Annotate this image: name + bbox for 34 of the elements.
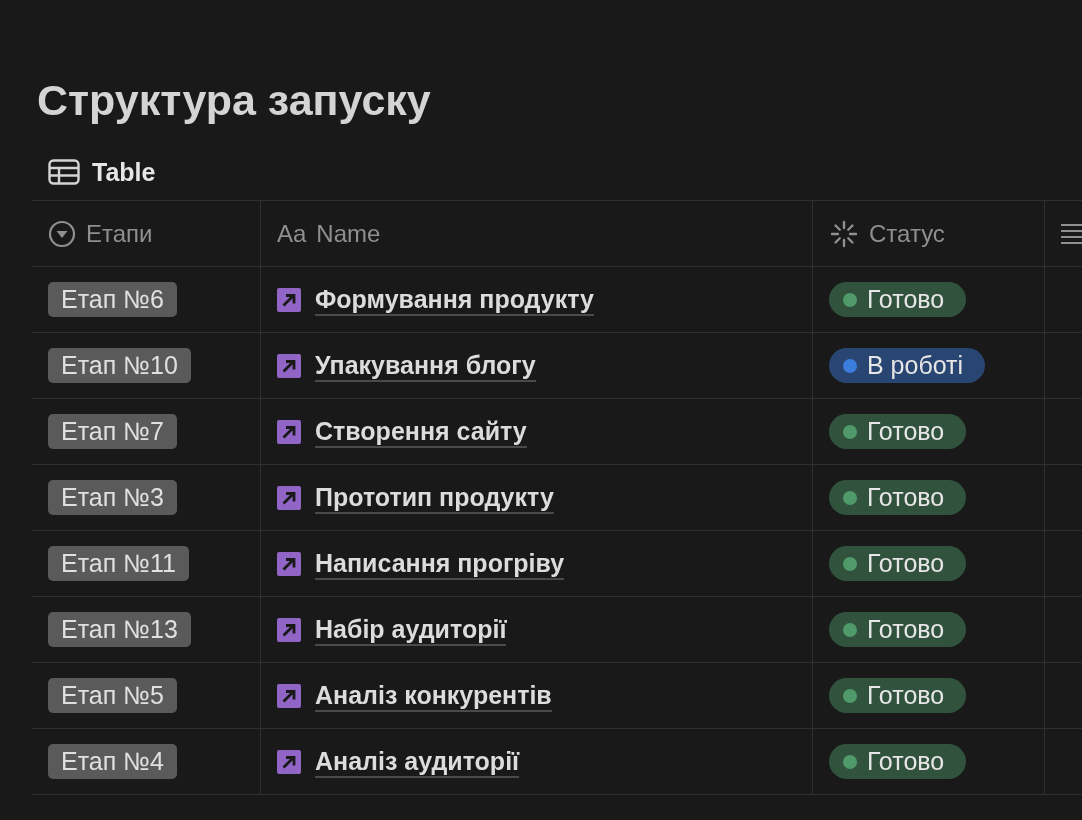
page-link[interactable]: Написання прогріву bbox=[315, 547, 565, 580]
status-pill: Готово bbox=[829, 282, 967, 317]
status-pill: В роботі bbox=[829, 348, 986, 383]
table-icon bbox=[48, 159, 80, 185]
page-link[interactable]: Прототип продукту bbox=[315, 481, 554, 514]
text-type-icon: Aa bbox=[277, 219, 307, 248]
stage-tag: Етап №4 bbox=[48, 744, 177, 779]
status-pill: Готово bbox=[829, 612, 967, 647]
page-title: Структура запуску bbox=[37, 75, 431, 126]
stage-tag: Етап №7 bbox=[48, 414, 177, 449]
stage-tag: Етап №5 bbox=[48, 678, 177, 713]
status-pill: Готово bbox=[829, 546, 967, 581]
status-pill: Готово bbox=[829, 744, 967, 779]
stage-tag: Етап №11 bbox=[48, 546, 189, 581]
page-link[interactable]: Упакування блогу bbox=[315, 349, 536, 382]
status-pill: Готово bbox=[829, 414, 967, 449]
page-link[interactable]: Аналіз конкурентів bbox=[315, 679, 552, 712]
column-header[interactable]: Name bbox=[316, 219, 381, 248]
stage-tag: Етап №13 bbox=[48, 612, 191, 647]
page-link[interactable]: Набір аудиторії bbox=[315, 613, 507, 646]
stage-tag: Етап №3 bbox=[48, 480, 177, 515]
page-link[interactable]: Формування продукту bbox=[315, 283, 594, 316]
view-tab[interactable]: Table bbox=[92, 157, 156, 187]
page-link[interactable]: Створення сайту bbox=[315, 415, 527, 448]
status-pill: Готово bbox=[829, 678, 967, 713]
text-lines-icon bbox=[1061, 221, 1082, 246]
page-link[interactable]: Аналіз аудиторії bbox=[315, 745, 520, 778]
status-pill: Готово bbox=[829, 480, 967, 515]
column-header[interactable]: Етапи bbox=[86, 219, 153, 248]
stage-tag: Етап №10 bbox=[48, 348, 191, 383]
stage-tag: Етап №6 bbox=[48, 282, 177, 317]
column-header[interactable]: Статус bbox=[869, 219, 945, 248]
dropdown-circle-icon bbox=[48, 219, 76, 248]
loading-spinner-icon bbox=[829, 218, 859, 249]
